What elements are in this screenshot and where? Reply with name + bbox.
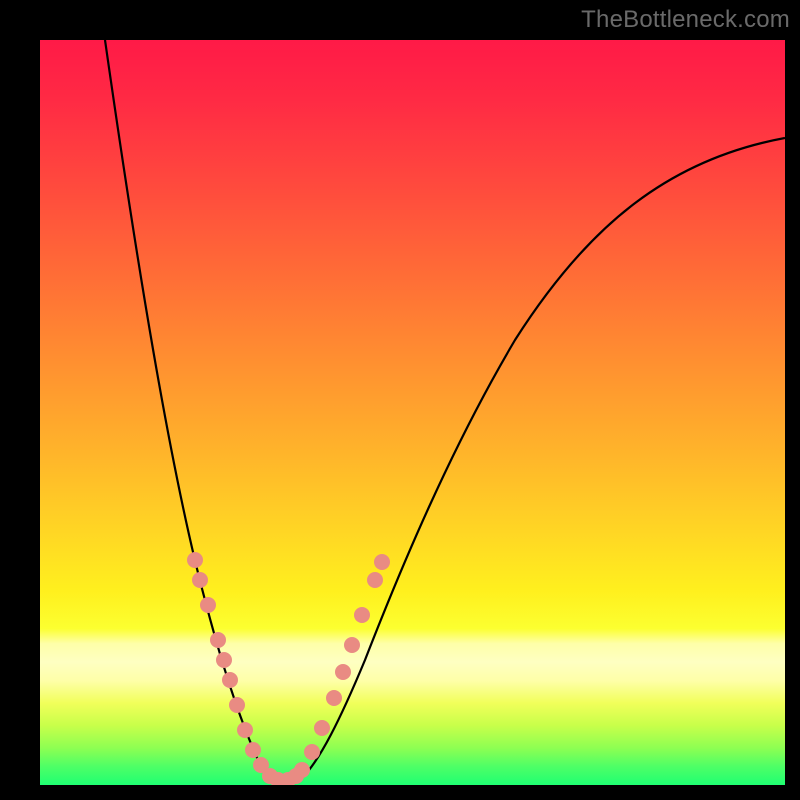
data-point (192, 572, 208, 588)
dots-right-group (280, 554, 390, 785)
data-point (374, 554, 390, 570)
chart-frame: TheBottleneck.com (0, 0, 800, 800)
data-point (344, 637, 360, 653)
watermark-text: TheBottleneck.com (581, 6, 790, 34)
data-point (222, 672, 238, 688)
data-point (187, 552, 203, 568)
data-point (200, 597, 216, 613)
data-point (367, 572, 383, 588)
data-point (326, 690, 342, 706)
data-point (210, 632, 226, 648)
dots-left-group (187, 552, 286, 785)
data-point (294, 762, 310, 778)
data-point (304, 744, 320, 760)
data-point (314, 720, 330, 736)
plot-area (40, 40, 785, 785)
curve-left-branch (105, 40, 278, 782)
curve-right-branch (278, 138, 785, 782)
data-point (229, 697, 245, 713)
data-point (237, 722, 253, 738)
data-point (335, 664, 351, 680)
data-point (354, 607, 370, 623)
curve-layer (40, 40, 785, 785)
data-point (245, 742, 261, 758)
data-point (216, 652, 232, 668)
